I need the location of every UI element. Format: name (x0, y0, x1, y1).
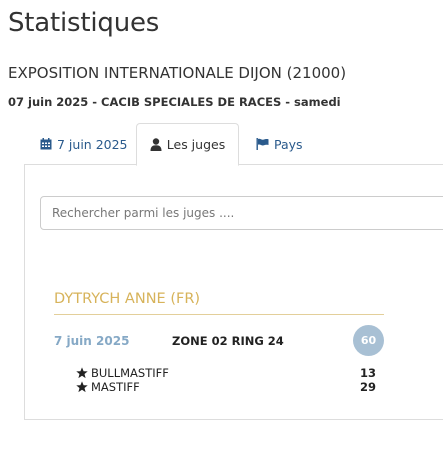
judge-search-input[interactable] (40, 196, 443, 230)
session-total-badge: 60 (353, 325, 384, 356)
breed-item: BULLMASTIFF (76, 366, 169, 380)
breed-count: 13 (359, 366, 376, 380)
judge-name[interactable]: DYTRYCH ANNE (FR) (54, 291, 200, 307)
event-subtitle: 07 juin 2025 - CACIB SPECIALES DE RACES … (8, 95, 341, 109)
tab-country[interactable]: Pays (256, 123, 303, 165)
breed-name: BULLMASTIFF (91, 366, 169, 380)
calendar-icon (40, 138, 52, 150)
tab-judges[interactable]: Les juges (136, 123, 239, 166)
tab-date[interactable]: 7 juin 2025 (40, 123, 128, 165)
tab-judges-label: Les juges (166, 137, 226, 152)
session-date: 7 juin 2025 (54, 334, 130, 348)
star-icon (76, 367, 88, 379)
flag-icon (256, 138, 269, 150)
page-title: Statistiques (8, 8, 160, 38)
judge-divider (54, 314, 384, 315)
tab-date-label: 7 juin 2025 (57, 136, 128, 152)
user-icon (150, 138, 162, 151)
star-icon (76, 381, 88, 393)
breed-item: MASTIFF (76, 380, 140, 394)
breed-count: 29 (359, 380, 376, 394)
session-ring: ZONE 02 RING 24 (172, 334, 284, 348)
tab-bar: 7 juin 2025 Les juges Pays (24, 123, 443, 166)
tab-country-label: Pays (274, 136, 303, 152)
breed-name: MASTIFF (91, 380, 140, 394)
event-title: EXPOSITION INTERNATIONALE DIJON (21000) (8, 64, 347, 82)
